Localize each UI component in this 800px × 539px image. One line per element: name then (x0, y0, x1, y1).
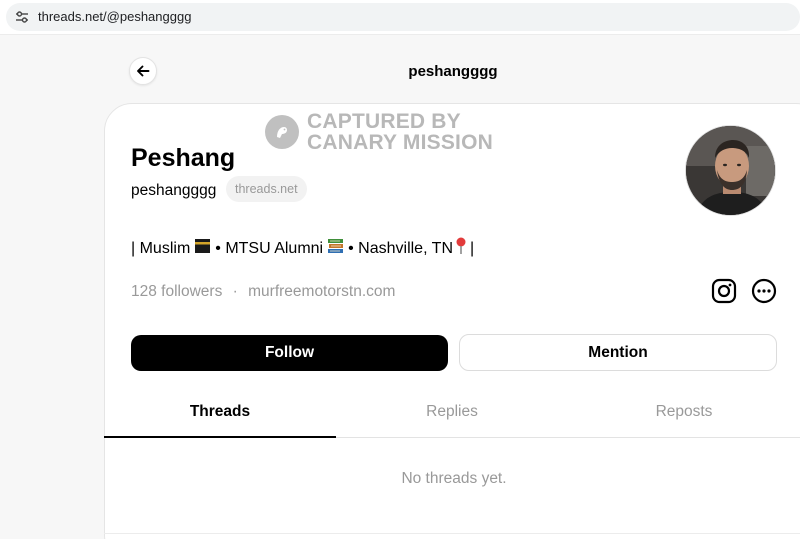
tab-replies[interactable]: Replies (336, 393, 568, 438)
canary-mission-watermark: CAPTURED BY CANARY MISSION (265, 111, 493, 153)
separator-dot: · (232, 283, 238, 300)
empty-state-message: No threads yet. (401, 470, 507, 487)
profile-name: Peshang (131, 144, 236, 172)
profile-tabs: Threads Replies Reposts (104, 393, 800, 438)
watermark-line-2: CANARY MISSION (307, 131, 493, 154)
followers-line: 128 followers · murfreemotorstn.com (131, 283, 395, 301)
followers-count[interactable]: 128 followers (131, 283, 222, 300)
more-options-icon[interactable] (751, 278, 777, 304)
mention-button[interactable]: Mention (459, 334, 777, 371)
canary-bird-icon (265, 115, 299, 149)
tune-icon[interactable] (15, 10, 29, 24)
watermark-line-1: CAPTURED BY (307, 110, 461, 133)
profile-bio: | Muslim • MTSU Alumni • Nashville, TN | (131, 237, 474, 260)
bio-segment: • MTSU Alumni (215, 239, 324, 257)
kaaba-icon (194, 238, 211, 259)
bio-segment: | (470, 239, 475, 257)
pushpin-icon (455, 237, 467, 260)
avatar[interactable] (685, 125, 776, 216)
domain-badge[interactable]: threads.net (226, 176, 307, 202)
profile-handle: peshangggg (131, 182, 217, 199)
profile-link[interactable]: murfreemotorstn.com (248, 283, 395, 300)
books-icon (327, 238, 344, 259)
bio-segment: • Nashville, TN (348, 239, 453, 257)
instagram-icon[interactable] (711, 278, 737, 304)
bio-segment: | Muslim (131, 239, 191, 257)
header-username: peshangggg (408, 63, 498, 80)
follow-button[interactable]: Follow (131, 335, 448, 371)
url-text[interactable]: threads.net/@peshangggg (38, 9, 191, 24)
divider (104, 533, 800, 534)
tab-reposts[interactable]: Reposts (568, 393, 800, 438)
browser-address-bar[interactable]: threads.net/@peshangggg (0, 0, 800, 35)
tab-threads[interactable]: Threads (104, 393, 336, 438)
